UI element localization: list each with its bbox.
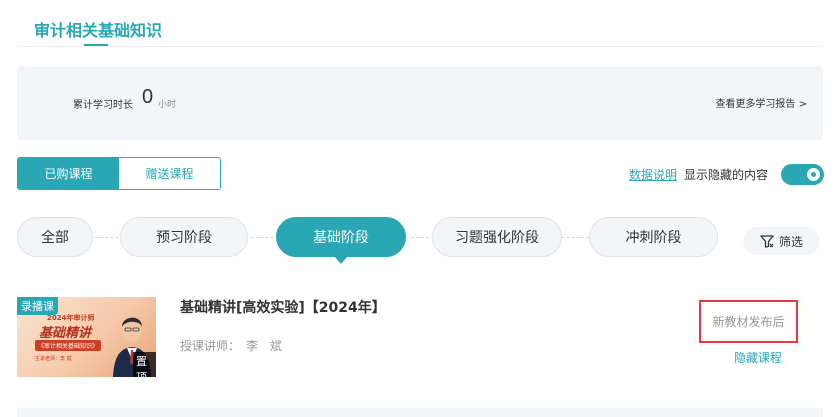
thumbnail-teacher-tag: 主讲老师：李 斌 [35,356,72,362]
study-duration-value: 0 [142,86,154,108]
next-course-card-edge [17,408,823,417]
tab-purchased-courses[interactable]: 已购课程 [18,158,119,189]
course-status-box: 新教材发布后 [699,300,798,343]
stage-exercise[interactable]: 习题强化阶段 [432,217,562,257]
study-stats-card: 累计学习时长 0 小时 查看更多学习报告 > [17,66,823,140]
study-duration-unit: 小时 [158,100,177,110]
filter-label: 筛选 [778,234,803,249]
stage-foundation[interactable]: 基础阶段 [276,217,406,257]
purchase-tabs: 已购课程 赠送课程 [17,157,221,190]
thumbnail-title: 基础精讲 [39,326,92,341]
toggle-knob [807,168,820,181]
stage-sprint[interactable]: 冲刺阶段 [589,217,718,257]
show-hidden-label: 显示隐藏的内容 [684,168,769,182]
study-duration-label: 累计学习时长 [73,100,133,111]
course-teacher-label: 授课讲师： [180,339,241,353]
hide-course-link[interactable]: 隐藏课程 [734,349,782,366]
stage-all[interactable]: 全部 [17,217,93,257]
course-title[interactable]: 基础精讲[高效实验]【2024年】 [180,297,386,317]
thumbnail-subtitle: 《审计相关基础知识》 [35,340,102,351]
pin-top-button[interactable]: 置顶 [133,352,156,377]
tab-gifted-courses[interactable]: 赠送课程 [119,158,220,189]
more-report-link[interactable]: 查看更多学习报告 > [715,95,807,110]
filter-button[interactable]: 筛选 [743,227,820,255]
title-divider [17,46,823,47]
course-teacher-name: 李 斌 [246,339,286,353]
page-title: 审计相关基础知识 [34,21,163,40]
course-thumbnail[interactable]: 录播课 2024年审计师 基础精讲 《审计相关基础知识》 主讲老师：李 斌 置顶 [17,297,156,377]
stage-pointer [334,256,348,264]
show-hidden-toggle[interactable] [781,164,824,185]
filter-icon [760,234,774,248]
stage-preview[interactable]: 预习阶段 [120,217,248,257]
data-explanation-link[interactable]: 数据说明 [629,166,677,183]
course-status-text: 新教材发布后 [712,315,785,329]
